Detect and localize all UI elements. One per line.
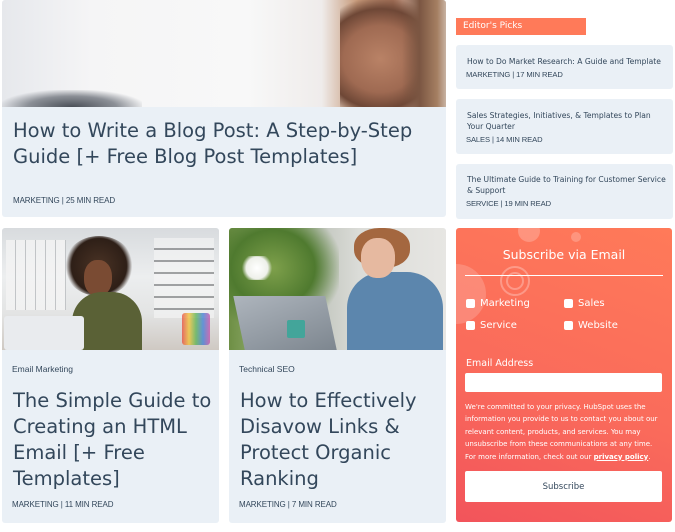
editors-pick-item[interactable]: The Ultimate Guide to Training for Custo… [456, 164, 673, 219]
editors-picks-header: Editor's Picks [456, 18, 586, 35]
article-title[interactable]: The Simple Guide to Creating an HTML Ema… [13, 388, 213, 492]
editors-pick-title[interactable]: The Ultimate Guide to Training for Custo… [467, 174, 667, 196]
checkbox-icon[interactable] [564, 321, 573, 330]
checkbox-icon[interactable] [466, 321, 475, 330]
privacy-notice: We're committed to your privacy. HubSpot… [465, 401, 665, 463]
featured-article-card[interactable]: How to Write a Blog Post: A Step-by-Step… [2, 0, 446, 217]
checkbox-label: Service [480, 320, 517, 331]
image-laptop [4, 316, 84, 350]
article-title[interactable]: How to Effectively Disavow Links & Prote… [240, 388, 440, 492]
image-person [347, 272, 443, 350]
article-card[interactable]: Email Marketing The Simple Guide to Crea… [2, 228, 219, 523]
checkbox-icon[interactable] [564, 299, 573, 308]
privacy-policy-link[interactable]: privacy policy [594, 453, 649, 461]
featured-article-image[interactable] [2, 0, 446, 107]
editors-pick-meta: SERVICE | 19 MIN READ [466, 199, 551, 208]
privacy-end: . [648, 452, 651, 461]
image-window [6, 240, 66, 310]
editors-pick-item[interactable]: Sales Strategies, Initiatives, & Templat… [456, 99, 673, 154]
image-shadow [2, 90, 142, 107]
checkbox-label: Sales [578, 298, 605, 309]
checkbox-website[interactable]: Website [564, 320, 618, 331]
editors-pick-title[interactable]: How to Do Market Research: A Guide and T… [467, 56, 667, 67]
image-pens [182, 313, 210, 345]
article-image[interactable] [229, 228, 446, 350]
editors-pick-meta: SALES | 14 MIN READ [466, 135, 543, 144]
checkbox-icon[interactable] [466, 299, 475, 308]
editors-pick-item[interactable]: How to Do Market Research: A Guide and T… [456, 45, 673, 89]
featured-article-meta: MARKETING | 25 MIN READ [13, 196, 116, 205]
checkbox-service[interactable]: Service [466, 320, 517, 331]
decorative-bubble [571, 232, 581, 242]
image-face [84, 260, 112, 296]
divider [465, 275, 663, 276]
checkbox-sales[interactable]: Sales [564, 298, 605, 309]
email-label: Email Address [466, 358, 534, 369]
editors-pick-title[interactable]: Sales Strategies, Initiatives, & Templat… [467, 110, 667, 132]
email-input[interactable] [465, 373, 662, 392]
image-mug [287, 320, 305, 338]
decorative-bubble [456, 264, 486, 324]
article-category[interactable]: Technical SEO [239, 364, 295, 374]
checkbox-label: Website [578, 320, 618, 331]
image-hair [402, 0, 446, 107]
article-meta: MARKETING | 7 MIN READ [239, 500, 337, 509]
article-meta: MARKETING | 11 MIN READ [12, 500, 114, 509]
subscribe-panel: Subscribe via Email Marketing Sales Serv… [456, 228, 672, 522]
article-image[interactable] [2, 228, 219, 350]
subscribe-title: Subscribe via Email [502, 247, 626, 262]
subscribe-button[interactable]: Subscribe [465, 471, 662, 502]
editors-pick-meta: MARKETING | 17 MIN READ [466, 70, 563, 79]
checkbox-marketing[interactable]: Marketing [466, 298, 530, 309]
article-category[interactable]: Email Marketing [12, 364, 73, 374]
image-face [361, 238, 395, 278]
checkbox-label: Marketing [480, 298, 530, 309]
image-tulips [239, 256, 275, 280]
decorative-bubble [518, 228, 540, 242]
featured-article-title[interactable]: How to Write a Blog Post: A Step-by-Step… [13, 118, 433, 170]
image-laptop [233, 296, 337, 350]
article-card[interactable]: Technical SEO How to Effectively Disavow… [229, 228, 446, 523]
image-stairs [154, 238, 214, 318]
